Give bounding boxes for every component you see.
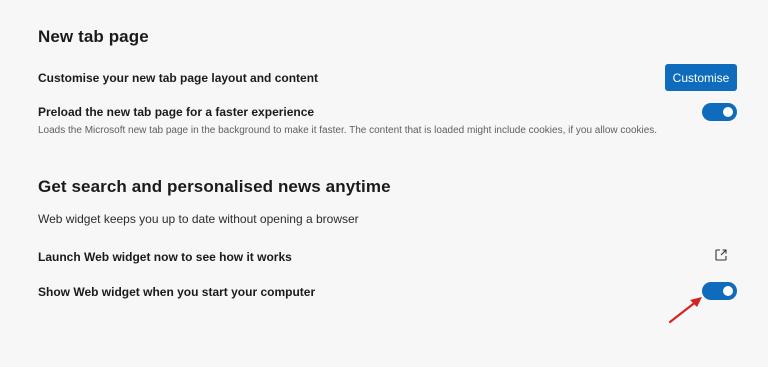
customise-row-label: Customise your new tab page layout and c… [38, 71, 319, 85]
new-tab-page-heading: New tab page [38, 27, 149, 46]
customise-button[interactable]: Customise [665, 64, 737, 91]
launch-widget-label: Launch Web widget now to see how it work… [38, 250, 292, 264]
startup-widget-label: Show Web widget when you start your comp… [38, 285, 316, 299]
web-widget-description: Web widget keeps you up to date without … [38, 212, 359, 226]
preload-row-description: Loads the Microsoft new tab page in the … [38, 125, 658, 136]
preload-row-label: Preload the new tab page for a faster ex… [38, 105, 315, 119]
settings-page: New tab page Customise your new tab page… [0, 0, 768, 367]
toggle-knob [723, 286, 733, 296]
news-section-heading: Get search and personalised news anytime [38, 177, 391, 196]
toggle-knob [723, 107, 733, 117]
preload-toggle[interactable] [702, 103, 737, 121]
external-link-icon[interactable] [714, 248, 728, 262]
startup-widget-toggle[interactable] [702, 282, 737, 300]
annotation-arrow-icon [668, 297, 702, 324]
